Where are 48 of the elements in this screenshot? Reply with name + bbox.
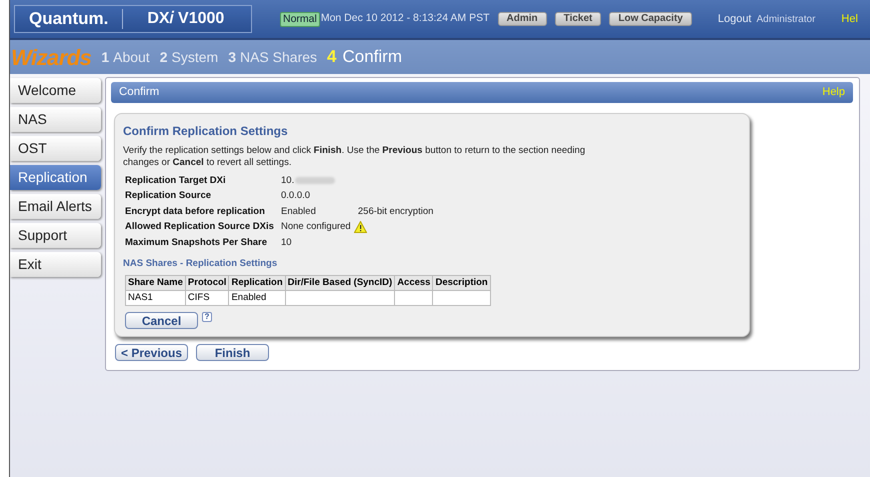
panel-title: Confirm <box>119 84 160 100</box>
help-icon[interactable]: ? <box>202 312 212 322</box>
sidebar-item[interactable]: Welcome <box>10 78 101 103</box>
table-cell <box>394 290 433 306</box>
date-time: Mon Dec 10 2012 - 8:13:24 AM PST <box>320 11 490 26</box>
setting-detail: 256-bit encryption <box>358 204 434 219</box>
header-button[interactable]: Admin <box>498 12 547 26</box>
user-name: Administrator <box>756 12 816 26</box>
table-cell: Enabled <box>228 290 286 306</box>
header-help-link[interactable]: Hel <box>841 10 858 28</box>
table-cell <box>432 290 490 306</box>
cancel-button[interactable]: Cancel <box>125 312 198 330</box>
setting-value: 10 <box>281 236 292 250</box>
setting-label: Replication Target DXi <box>125 174 227 188</box>
sidebar-item[interactable]: NAS <box>10 107 101 132</box>
column-header: Access <box>394 275 433 290</box>
setting-label: Allowed Replication Source DXis <box>125 220 275 234</box>
column-header: Protocol <box>185 275 229 290</box>
header-button[interactable]: Ticket <box>554 12 602 26</box>
previous-button[interactable]: < Previous <box>115 344 188 362</box>
setting-label: Encrypt data before replication <box>125 204 266 219</box>
sidebar-item[interactable]: OST <box>10 136 101 161</box>
sidebar-item[interactable]: Support <box>10 223 101 248</box>
section-title: Confirm Replication Settings <box>123 123 289 140</box>
wizards-title: Wizards <box>11 44 92 72</box>
status-badge: Normal <box>280 12 320 26</box>
setting-value: Enabled <box>281 204 316 219</box>
product-name: DX𝑖 V1000 <box>146 9 224 29</box>
sidebar-item[interactable]: Replication <box>10 165 101 190</box>
table-title: NAS Shares - Replication Settings <box>123 256 278 270</box>
logout-link[interactable]: Logout <box>718 10 752 28</box>
column-header: Replication <box>228 275 286 290</box>
setting-value: 0.0.0.0 <box>281 189 310 204</box>
sidebar-item[interactable]: Exit <box>10 252 101 277</box>
setting-label: Replication Source <box>125 189 212 204</box>
brand-logo: Quantum. <box>28 8 110 30</box>
table-cell: CIFS <box>185 290 229 306</box>
header-button[interactable]: Low Capacity <box>609 12 692 26</box>
setting-value: 10. <box>281 174 294 188</box>
column-header: Dir/File Based (SyncID) <box>285 275 395 290</box>
setting-label: Maximum Snapshots Per Share <box>125 236 268 250</box>
table-cell: NAS1 <box>126 290 186 306</box>
column-header: Share Name <box>126 275 186 290</box>
sidebar-item[interactable]: Email Alerts <box>10 194 101 219</box>
setting-value: None configured <box>281 220 351 234</box>
column-header: Description <box>432 275 490 290</box>
finish-button[interactable]: Finish <box>196 344 269 362</box>
intro-text: Verify the replication settings below and click Finish. Use the Previous button to return to the section needing changes or Cancel to revert all settings. <box>123 145 586 169</box>
